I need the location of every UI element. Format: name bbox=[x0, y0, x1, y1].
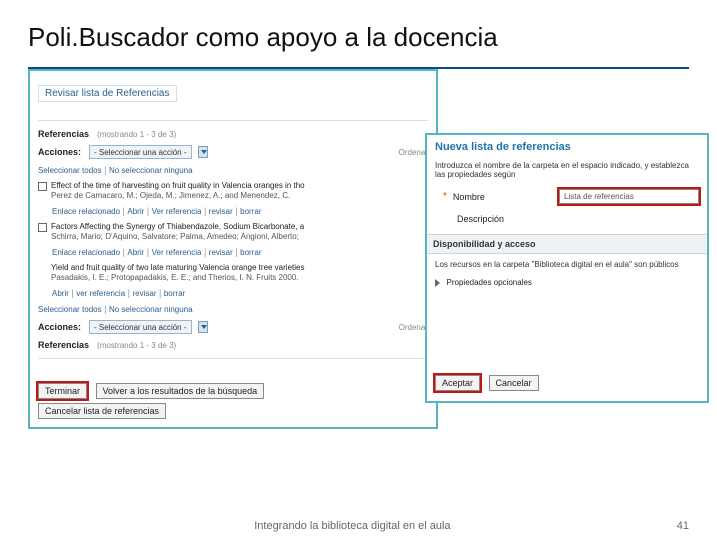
select-none-link[interactable]: No seleccionar ninguna bbox=[109, 305, 193, 314]
item-title[interactable]: Factors Affecting the Synergy of Thiaben… bbox=[51, 222, 304, 232]
refs-label: Referencias bbox=[38, 340, 89, 350]
revisar-badge: Revisar lista de Referencias bbox=[38, 85, 177, 102]
item-authors: Schirra, Mario; D'Aquino, Salvatore; Pal… bbox=[51, 232, 304, 241]
action-link[interactable]: revisar bbox=[209, 248, 233, 257]
dropdown-arrow-icon[interactable] bbox=[198, 146, 208, 158]
action-link[interactable]: Ver referencia bbox=[152, 248, 202, 257]
action-link[interactable]: Enlace relacionado bbox=[52, 248, 120, 257]
item-authors: Perez de Camacaro, M.; Ojeda, M.; Jimene… bbox=[51, 191, 305, 200]
action-link[interactable]: ver referencia bbox=[76, 289, 125, 298]
acciones-select-value: - Seleccionar una acción - bbox=[94, 148, 187, 157]
aceptar-button[interactable]: Aceptar bbox=[435, 375, 480, 391]
references-header: Referencias (mostrando 1 - 3 de 3) bbox=[38, 129, 428, 139]
item-checkbox[interactable] bbox=[38, 182, 47, 191]
references-footer: Referencias (mostrando 1 - 3 de 3) bbox=[38, 340, 428, 350]
acciones-label: Acciones: bbox=[38, 147, 81, 157]
terminar-button[interactable]: Terminar bbox=[38, 383, 87, 399]
new-list-panel: Nueva lista de referencias Introduzca el… bbox=[425, 133, 709, 403]
action-link[interactable]: Abrir bbox=[127, 248, 144, 257]
item-actions: Enlace relacionado | Abrir | Ver referen… bbox=[52, 206, 428, 216]
footer-text: Integrando la biblioteca digital en el a… bbox=[254, 520, 450, 532]
action-link[interactable]: Enlace relacionado bbox=[52, 207, 120, 216]
nombre-label: Nombre bbox=[453, 192, 485, 202]
item-actions: Enlace relacionado | Abrir | Ver referen… bbox=[52, 247, 428, 257]
slide-header: Poli.Buscador como apoyo a la docencia bbox=[0, 0, 717, 61]
volver-button[interactable]: Volver a los resultados de la búsqueda bbox=[96, 383, 265, 399]
triangle-right-icon bbox=[435, 279, 440, 287]
availability-header: Disponibilidad y acceso bbox=[427, 234, 707, 254]
descripcion-label: Descripción bbox=[457, 214, 504, 224]
dropdown-arrow-icon[interactable] bbox=[198, 321, 208, 333]
required-star-icon: * bbox=[443, 191, 447, 202]
action-link[interactable]: Abrir bbox=[127, 207, 144, 216]
action-link[interactable]: Abrir bbox=[52, 289, 69, 298]
item-actions: Abrir | ver referencia | revisar | borra… bbox=[52, 288, 428, 298]
optional-props-row[interactable]: Propiedades opcionales bbox=[435, 277, 699, 287]
new-list-intro: Introduzca el nombre de la carpeta en el… bbox=[435, 161, 699, 179]
acciones-select-value: - Seleccionar una acción - bbox=[94, 323, 187, 332]
nombre-row: * Nombre Lista de referencias bbox=[443, 189, 699, 204]
select-links-bottom: Seleccionar todos | No seleccionar ningu… bbox=[38, 304, 428, 314]
content-area: Revisar lista de Referencias Referencias… bbox=[0, 69, 717, 469]
select-links-top: Seleccionar todos | No seleccionar ningu… bbox=[38, 165, 428, 175]
left-button-row: Terminar Volver a los resultados de la b… bbox=[38, 383, 270, 419]
select-all-link[interactable]: Seleccionar todos bbox=[38, 305, 102, 314]
action-link[interactable]: revisar bbox=[209, 207, 233, 216]
references-panel: Revisar lista de Referencias Referencias… bbox=[28, 69, 438, 429]
page-number: 41 bbox=[677, 520, 689, 532]
slide-footer: Integrando la biblioteca digital en el a… bbox=[0, 520, 717, 532]
divider bbox=[38, 120, 428, 121]
descripcion-row: Descripción bbox=[443, 214, 699, 224]
select-all-link[interactable]: Seleccionar todos bbox=[38, 166, 102, 175]
actions-row-top: Acciones: - Seleccionar una acción - Ord… bbox=[38, 145, 428, 159]
right-button-row: Aceptar Cancelar bbox=[435, 375, 545, 391]
item-title[interactable]: Effect of the time of harvesting on frui… bbox=[51, 181, 305, 191]
refs-count: (mostrando 1 - 3 de 3) bbox=[97, 341, 176, 350]
refs-count: (mostrando 1 - 3 de 3) bbox=[97, 130, 176, 139]
optional-props-label: Propiedades opcionales bbox=[447, 278, 532, 287]
action-link[interactable]: Ver referencia bbox=[152, 207, 202, 216]
action-link[interactable]: borrar bbox=[240, 248, 261, 257]
ordenar-label[interactable]: Ordenar bbox=[399, 148, 428, 157]
new-list-title: Nueva lista de referencias bbox=[435, 141, 699, 153]
action-link[interactable]: borrar bbox=[164, 289, 185, 298]
cancelar-button[interactable]: Cancelar bbox=[489, 375, 539, 391]
reference-item: Effect of the time of harvesting on frui… bbox=[38, 181, 428, 200]
acciones-label: Acciones: bbox=[38, 322, 81, 332]
reference-item: Factors Affecting the Synergy of Thiaben… bbox=[38, 222, 428, 241]
reference-item: Yield and fruit quality of two late matu… bbox=[38, 263, 428, 282]
select-none-link[interactable]: No seleccionar ninguna bbox=[109, 166, 193, 175]
ordenar-label[interactable]: Ordenar bbox=[399, 323, 428, 332]
action-link[interactable]: borrar bbox=[240, 207, 261, 216]
item-title[interactable]: Yield and fruit quality of two late matu… bbox=[51, 263, 304, 273]
item-checkbox[interactable] bbox=[38, 223, 47, 232]
acciones-select[interactable]: - Seleccionar una acción - bbox=[89, 145, 192, 159]
actions-row-bottom: Acciones: - Seleccionar una acción - Ord… bbox=[38, 320, 428, 334]
availability-text: Los recursos en la carpeta "Biblioteca d… bbox=[435, 260, 699, 269]
acciones-select[interactable]: - Seleccionar una acción - bbox=[89, 320, 192, 334]
cancelar-lista-button[interactable]: Cancelar lista de referencias bbox=[38, 403, 166, 419]
refs-label: Referencias bbox=[38, 129, 89, 139]
nombre-input[interactable]: Lista de referencias bbox=[559, 189, 699, 204]
slide-title: Poli.Buscador como apoyo a la docencia bbox=[28, 22, 689, 53]
action-link[interactable]: revisar bbox=[133, 289, 157, 298]
item-authors: Pasadakis, I. E.; Protopapadakis, E. E.;… bbox=[51, 273, 304, 282]
divider bbox=[38, 358, 428, 359]
